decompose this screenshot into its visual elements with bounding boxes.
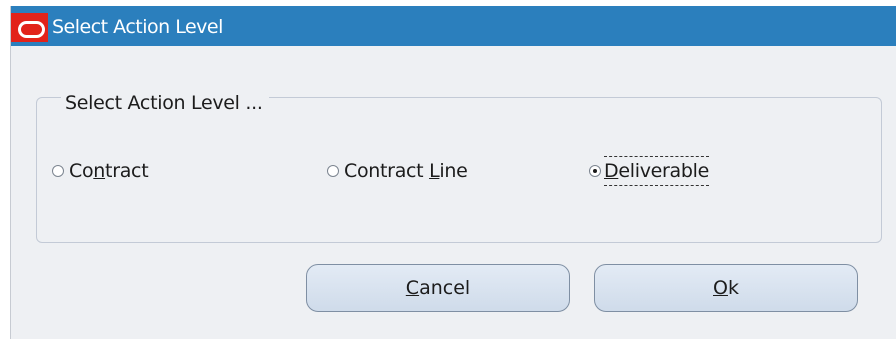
ok-mnemonic: O bbox=[713, 277, 728, 299]
radio-contract-line-label: Contract Line bbox=[344, 160, 468, 182]
oracle-logo-icon bbox=[11, 13, 48, 42]
radio-contract[interactable]: Contract bbox=[52, 160, 149, 182]
cancel-button[interactable]: Cancel bbox=[306, 264, 570, 312]
ok-label: k bbox=[727, 277, 739, 299]
cancel-mnemonic: C bbox=[405, 277, 420, 299]
radio-deliverable-circle[interactable] bbox=[589, 165, 601, 177]
select-action-level-dialog: Select Action Level Select Action Level … bbox=[10, 6, 896, 339]
ok-button[interactable]: Ok bbox=[594, 264, 858, 312]
action-level-group-legend: Select Action Level ... bbox=[61, 92, 269, 114]
dialog-titlebar: Select Action Level bbox=[11, 6, 896, 46]
radio-contract-line-circle[interactable] bbox=[327, 165, 339, 177]
radio-contract-circle[interactable] bbox=[52, 165, 64, 177]
radio-contract-label: Contract bbox=[69, 160, 149, 182]
radio-deliverable[interactable]: Deliverable bbox=[589, 156, 709, 186]
cancel-label: ancel bbox=[419, 277, 471, 299]
radio-contract-line[interactable]: Contract Line bbox=[327, 160, 468, 182]
dialog-title: Select Action Level bbox=[52, 16, 223, 38]
radio-deliverable-label: Deliverable bbox=[604, 156, 709, 186]
